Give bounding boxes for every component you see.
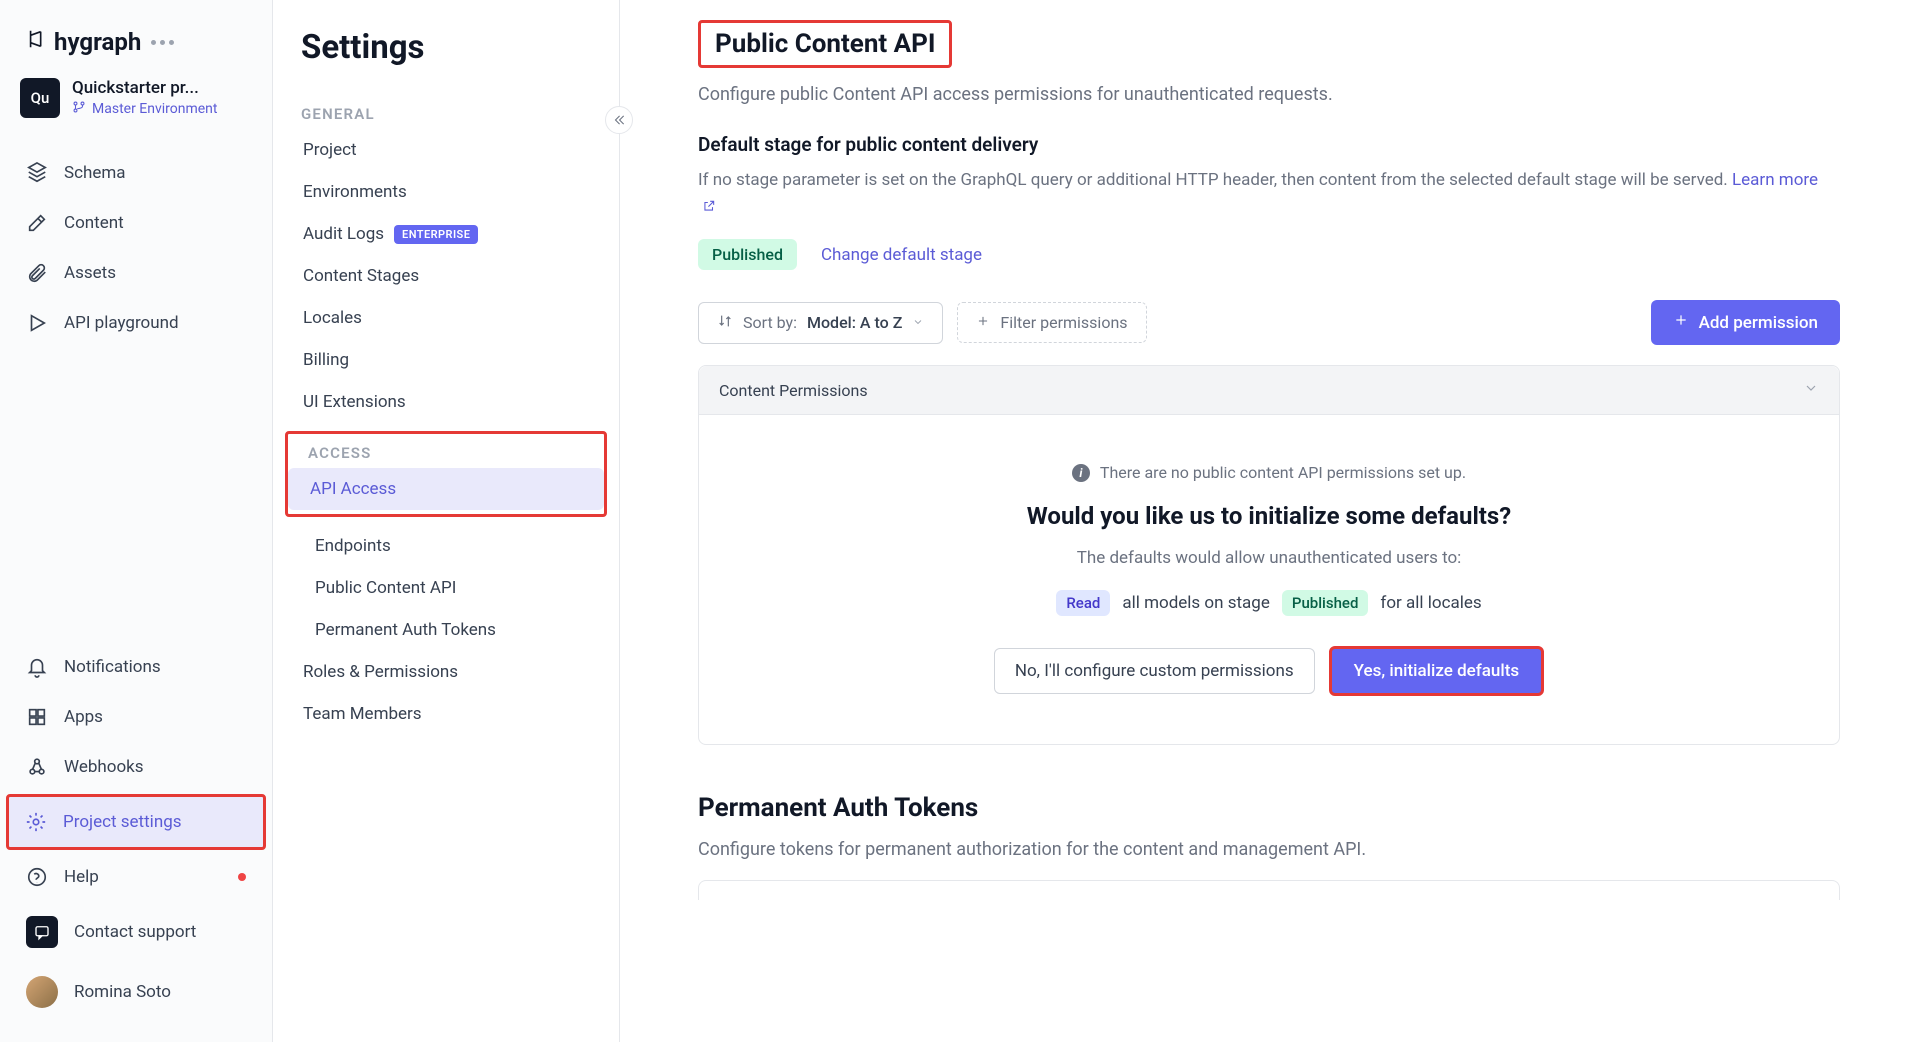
nav-notifications[interactable]: Notifications <box>10 642 262 692</box>
webhook-icon <box>26 756 48 778</box>
gear-icon <box>25 811 47 833</box>
initialize-question: Would you like us to initialize some def… <box>739 502 1799 530</box>
content-permissions-panel: Content Permissions i There are no publi… <box>698 365 1840 745</box>
tokens-panel-placeholder <box>698 880 1840 900</box>
settings-permanent-auth-tokens[interactable]: Permanent Auth Tokens <box>281 609 611 651</box>
external-link-icon <box>702 199 716 215</box>
layers-icon <box>26 162 48 184</box>
published-stage-pill: Published <box>698 239 797 270</box>
settings-api-access[interactable]: API Access <box>288 468 604 510</box>
user-avatar <box>26 976 58 1008</box>
notification-dot-icon <box>238 873 246 881</box>
nav-schema[interactable]: Schema <box>10 148 262 198</box>
settings-audit-logs[interactable]: Audit Logs ENTERPRISE <box>281 213 611 255</box>
menu-dots-icon[interactable] <box>151 40 174 45</box>
defaults-description: The defaults would allow unauthenticated… <box>739 548 1799 568</box>
initialize-defaults-button[interactable]: Yes, initialize defaults <box>1329 646 1544 696</box>
edit-icon <box>26 212 48 234</box>
info-icon: i <box>1072 464 1090 482</box>
help-icon <box>26 866 48 888</box>
branch-icon <box>72 100 86 118</box>
tokens-heading: Permanent Auth Tokens <box>698 793 1840 823</box>
tokens-subtitle: Configure tokens for permanent authoriza… <box>698 839 1840 860</box>
settings-ui-extensions[interactable]: UI Extensions <box>281 381 611 423</box>
add-permission-button[interactable]: Add permission <box>1651 300 1840 345</box>
filter-permissions-button[interactable]: Filter permissions <box>957 302 1146 343</box>
default-stage-heading: Default stage for public content deliver… <box>698 133 1840 156</box>
default-stage-description: If no stage parameter is set on the Grap… <box>698 168 1840 219</box>
logo-mark-icon <box>26 28 48 56</box>
chevron-down-icon <box>1803 380 1819 400</box>
project-environment[interactable]: Master Environment <box>72 100 252 118</box>
access-section-highlight: ACCESS API Access <box>285 431 607 517</box>
settings-content-stages[interactable]: Content Stages <box>281 255 611 297</box>
page-subtitle: Configure public Content API access perm… <box>698 84 1840 105</box>
primary-sidebar: hygraph Qu Quickstarter pr... Master Env… <box>0 0 273 1042</box>
nav-project-settings[interactable]: Project settings <box>6 794 266 850</box>
nav-playground[interactable]: API playground <box>10 298 262 348</box>
sort-button[interactable]: Sort by: Model: A to Z <box>698 302 943 344</box>
settings-sidebar: Settings GENERAL Project Environments Au… <box>273 0 620 1042</box>
brand-logo[interactable]: hygraph <box>26 28 141 56</box>
published-pill: Published <box>1282 590 1369 616</box>
empty-state-info: i There are no public content API permis… <box>739 463 1799 482</box>
collapse-sidebar-button[interactable] <box>605 106 633 134</box>
settings-billing[interactable]: Billing <box>281 339 611 381</box>
read-pill: Read <box>1056 590 1110 616</box>
panel-header[interactable]: Content Permissions <box>699 366 1839 415</box>
nav-help[interactable]: Help <box>10 852 262 902</box>
chevron-down-icon <box>912 313 924 332</box>
nav-assets[interactable]: Assets <box>10 248 262 298</box>
plus-icon <box>1673 312 1689 333</box>
play-icon <box>26 312 48 334</box>
chat-icon <box>26 916 58 948</box>
settings-title: Settings <box>281 22 611 87</box>
nav-apps[interactable]: Apps <box>10 692 262 742</box>
section-general-label: GENERAL <box>281 87 611 129</box>
bell-icon <box>26 656 48 678</box>
change-default-stage-link[interactable]: Change default stage <box>821 245 982 265</box>
settings-team[interactable]: Team Members <box>281 693 611 735</box>
settings-locales[interactable]: Locales <box>281 297 611 339</box>
project-name: Quickstarter pr... <box>72 78 252 98</box>
brand-text: hygraph <box>54 28 141 56</box>
settings-roles[interactable]: Roles & Permissions <box>281 651 611 693</box>
enterprise-badge: ENTERPRISE <box>394 225 478 244</box>
settings-public-content-api[interactable]: Public Content API <box>281 567 611 609</box>
plus-icon <box>976 313 990 332</box>
settings-endpoints[interactable]: Endpoints <box>281 525 611 567</box>
nav-webhooks[interactable]: Webhooks <box>10 742 262 792</box>
nav-contact-support[interactable]: Contact support <box>10 902 262 962</box>
nav-content[interactable]: Content <box>10 198 262 248</box>
project-avatar: Qu <box>20 78 60 118</box>
configure-custom-button[interactable]: No, I'll configure custom permissions <box>994 648 1315 694</box>
nav-user-profile[interactable]: Romina Soto <box>10 962 262 1022</box>
apps-icon <box>26 706 48 728</box>
defaults-summary: Read all models on stage Published for a… <box>739 590 1799 616</box>
logo-row: hygraph <box>0 20 272 74</box>
paperclip-icon <box>26 262 48 284</box>
settings-project[interactable]: Project <box>281 129 611 171</box>
main-content: Public Content API Configure public Cont… <box>620 0 1920 1042</box>
sort-icon <box>717 313 733 333</box>
page-title: Public Content API <box>698 20 952 68</box>
settings-environments[interactable]: Environments <box>281 171 611 213</box>
project-selector[interactable]: Qu Quickstarter pr... Master Environment <box>0 74 272 132</box>
section-access-label: ACCESS <box>288 438 604 468</box>
